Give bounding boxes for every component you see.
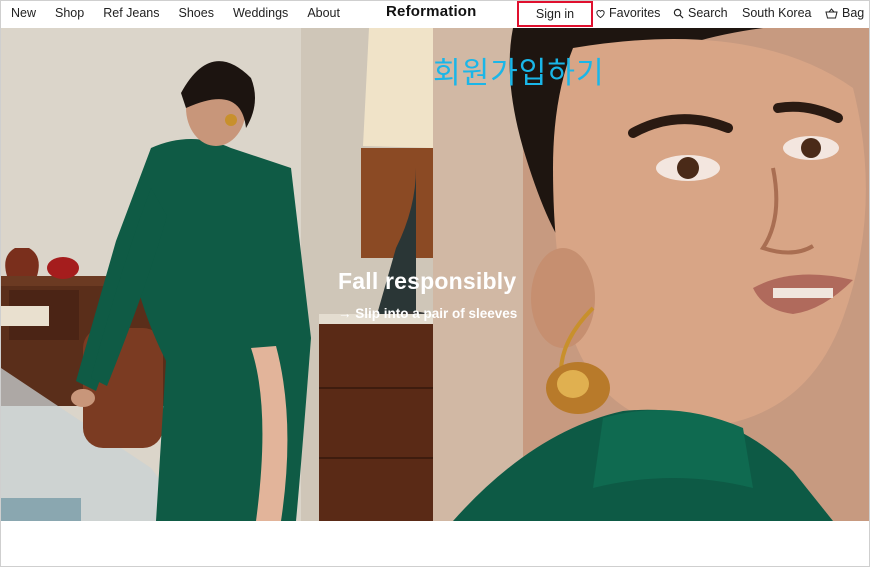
search-label: Search bbox=[688, 6, 728, 20]
browser-viewport: New Shop Ref Jeans Shoes Weddings About … bbox=[0, 0, 870, 567]
nav-shoes[interactable]: Shoes bbox=[179, 6, 214, 20]
hero-cta-link[interactable]: → Slip into a pair of sleeves bbox=[338, 306, 517, 321]
heart-icon bbox=[596, 9, 605, 18]
nav-shop[interactable]: Shop bbox=[55, 6, 84, 20]
annotation-label: 회원가입하기 bbox=[433, 56, 605, 91]
search-icon bbox=[673, 8, 684, 18]
hero-banner[interactable]: Fall responsibly → Slip into a pair of s… bbox=[1, 28, 869, 521]
nav-new[interactable]: New bbox=[11, 6, 36, 20]
bag-label: Bag bbox=[842, 6, 865, 20]
region-selector[interactable]: South Korea bbox=[742, 6, 812, 20]
nav-ref-jeans[interactable]: Ref Jeans bbox=[103, 6, 159, 20]
sign-in-link[interactable]: Sign in bbox=[517, 1, 593, 27]
bag-icon bbox=[825, 7, 838, 18]
hero-title: Fall responsibly bbox=[338, 268, 517, 294]
main-nav: New Shop Ref Jeans Shoes Weddings About bbox=[11, 1, 359, 25]
brand-logo[interactable]: Reformation bbox=[386, 3, 477, 20]
site-header: New Shop Ref Jeans Shoes Weddings About … bbox=[1, 1, 869, 27]
sign-in-label: Sign in bbox=[535, 7, 575, 21]
nav-weddings[interactable]: Weddings bbox=[233, 6, 288, 20]
favorites-link[interactable]: Favorites bbox=[595, 6, 660, 20]
search-link[interactable]: Search bbox=[673, 6, 728, 20]
favorites-label: Favorites bbox=[609, 6, 661, 20]
nav-about[interactable]: About bbox=[307, 6, 340, 20]
bag-link[interactable]: Bag bbox=[825, 6, 864, 20]
page-below-fold bbox=[1, 521, 869, 566]
